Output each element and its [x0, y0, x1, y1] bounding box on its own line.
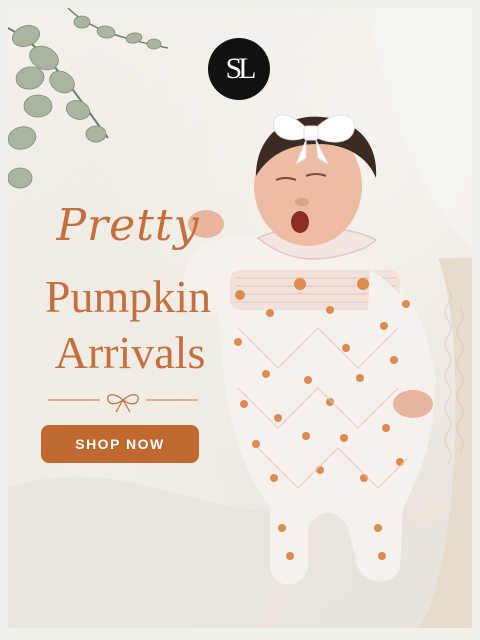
- headline-script: Pretty: [56, 200, 200, 251]
- bow-divider: [48, 394, 198, 413]
- logo-monogram: SL: [225, 52, 256, 85]
- headline-line-1: Pumpkin: [44, 271, 212, 322]
- eucalyptus-branch: [8, 8, 169, 189]
- shop-now-button[interactable]: SHOP NOW: [41, 425, 199, 463]
- bow-icon: [107, 394, 139, 413]
- brand-logo[interactable]: SL: [208, 38, 270, 100]
- headline-line-2: Arrivals: [54, 327, 206, 378]
- shop-now-label: SHOP NOW: [75, 436, 165, 452]
- hero-banner[interactable]: SL Pretty Pumpkin Arrivals SHOP NOW: [8, 8, 472, 628]
